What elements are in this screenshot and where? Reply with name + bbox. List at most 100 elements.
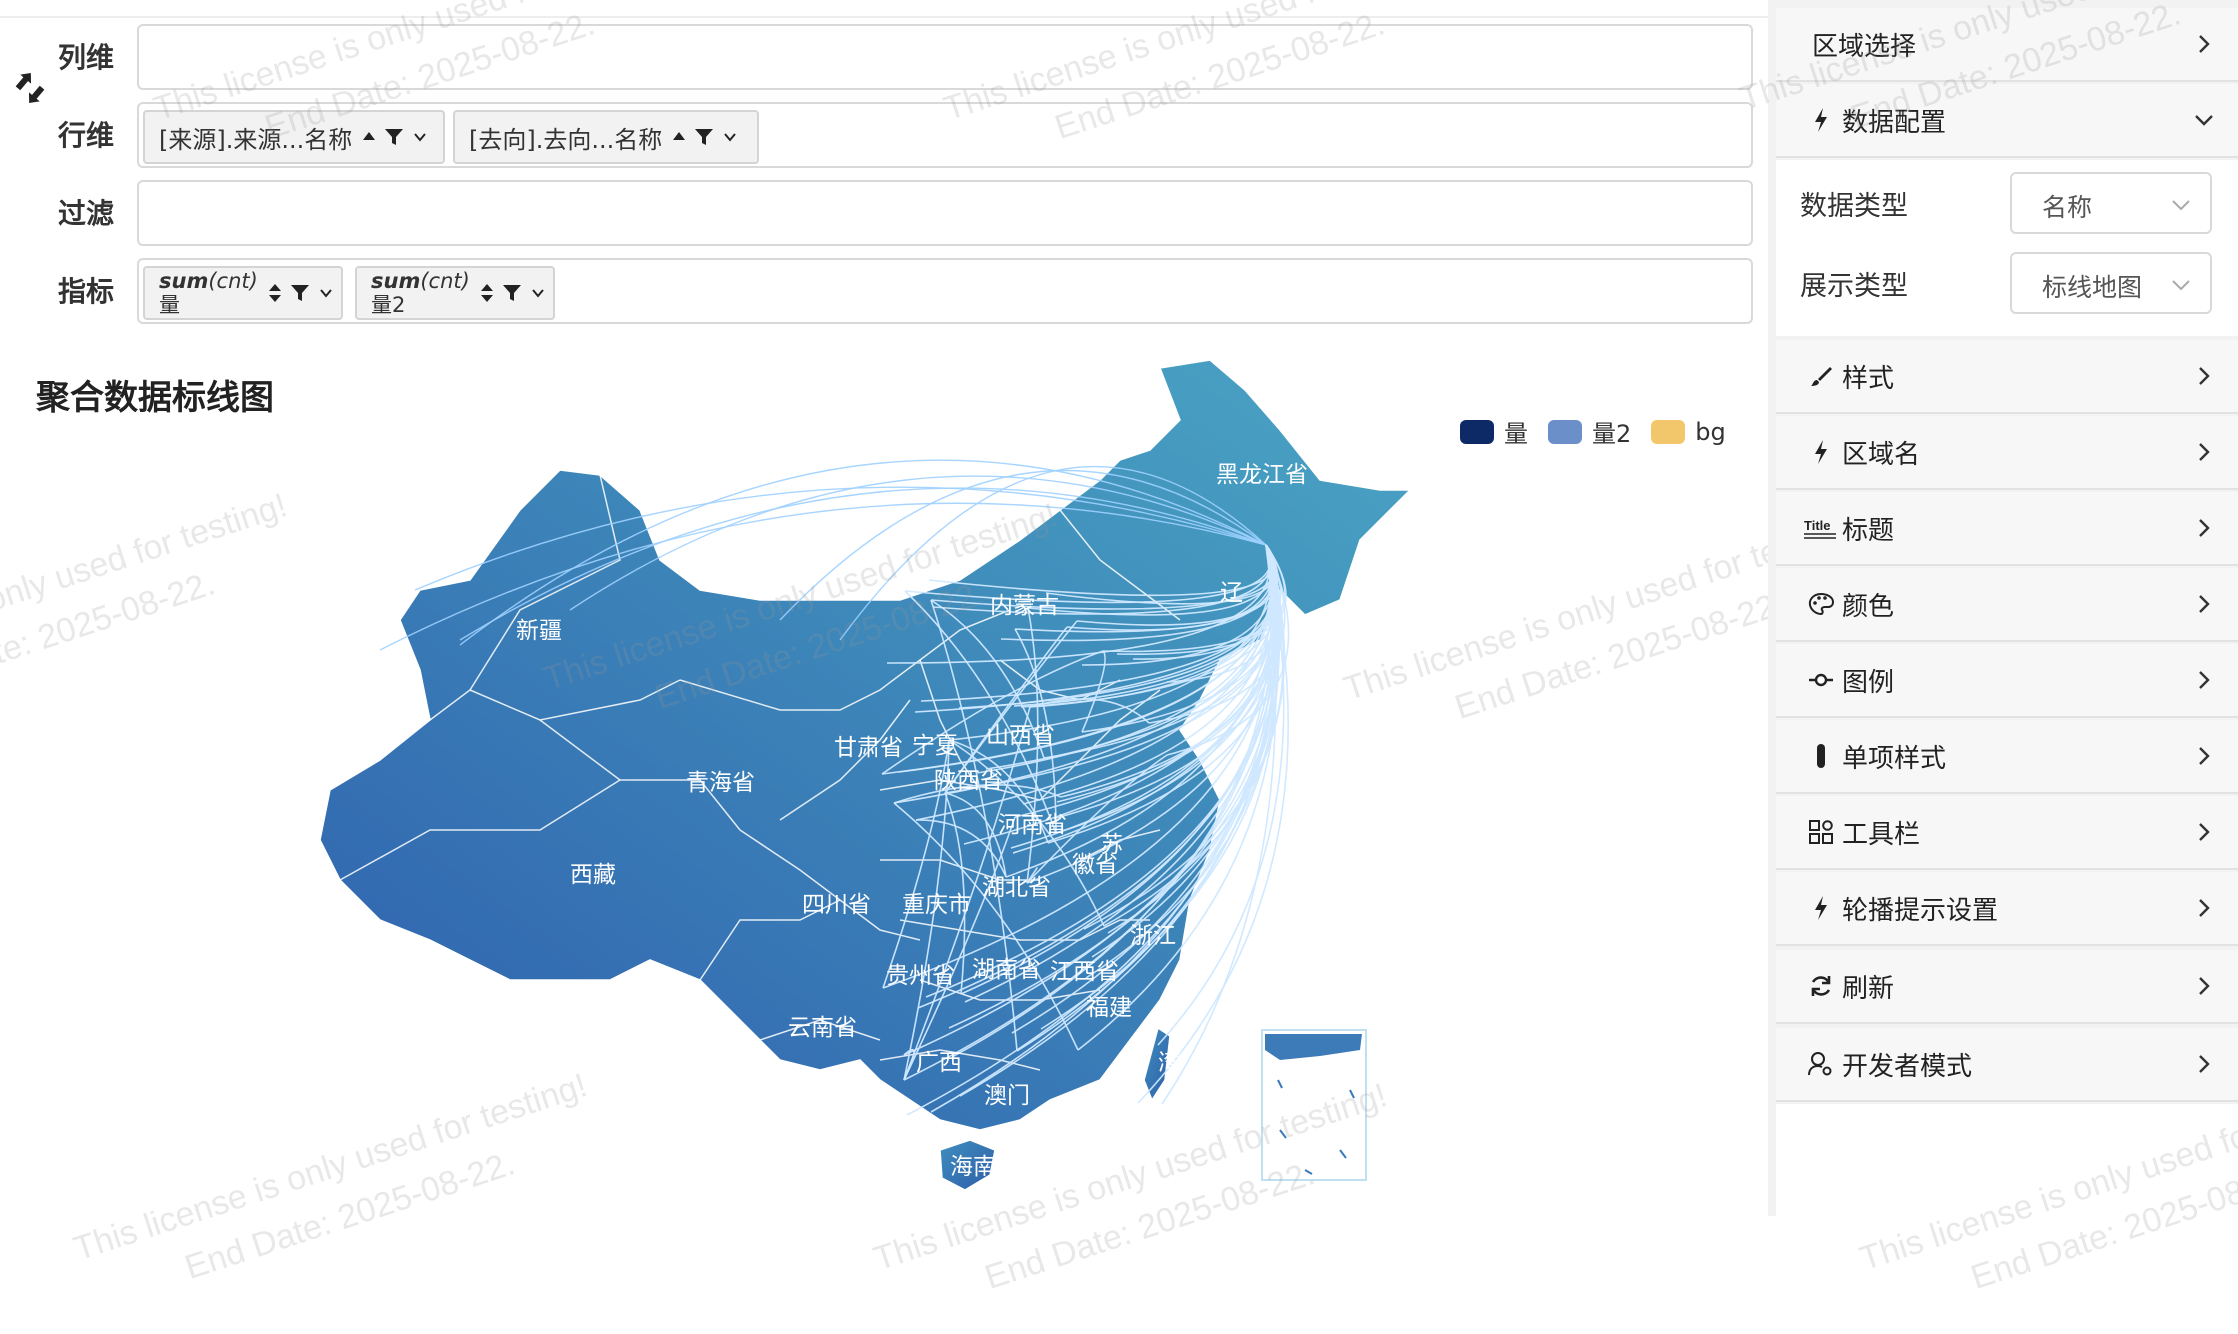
section-8[interactable]: 轮播提示设置 [1776, 872, 2238, 946]
legend-icon [1804, 670, 1838, 690]
metric-arg: (cnt) [208, 269, 258, 293]
filter-icon[interactable] [502, 283, 522, 303]
row-dimension-dropzone[interactable]: [来源].来源...名称 [去向].去向...名称 [137, 102, 1753, 168]
refresh-icon [1804, 974, 1838, 998]
label-anhui: 徽省 [1072, 851, 1118, 877]
label-shaanxi: 陕西省 [934, 767, 1003, 793]
chevron-right-icon [2199, 671, 2210, 689]
chevron-down-icon [2195, 115, 2213, 126]
section-7[interactable]: 工具栏 [1776, 796, 2238, 870]
filter-dropzone[interactable] [137, 180, 1753, 246]
section-2[interactable]: 区域名 [1776, 416, 2238, 490]
top-divider [0, 16, 1768, 18]
chevron-right-icon [2199, 1055, 2210, 1073]
chevron-down-icon[interactable] [318, 285, 334, 301]
filter-label: 过滤 [58, 197, 115, 230]
section-label: 图例 [1842, 667, 1895, 698]
china-flow-map[interactable]: 黑龙江省 内蒙古 新疆 甘肃省 宁夏 山西省 陕西省 青海省 河南省 西藏 四川… [320, 360, 1440, 1200]
chevron-down-icon[interactable] [722, 129, 738, 145]
section-4[interactable]: 颜色 [1776, 568, 2238, 642]
filter-icon[interactable] [290, 283, 310, 303]
label-guizhou: 贵州省 [886, 962, 955, 988]
row-pill-label: [去向].去向...名称 [469, 125, 663, 154]
metric-label: 指标 [58, 275, 115, 308]
chevron-down-icon[interactable] [530, 285, 546, 301]
legend-swatch [1651, 419, 1686, 444]
row-dimension-label: 行维 [58, 119, 115, 152]
svg-text:Title: Title [1804, 518, 1831, 533]
section-label: 单项样式 [1842, 743, 1947, 774]
display-type-row: 展示类型 标线地图 [1776, 244, 2238, 324]
display-type-select[interactable]: 标线地图 [2010, 252, 2212, 314]
section-label: 开发者模式 [1842, 1051, 1973, 1082]
chevron-right-icon [2199, 367, 2210, 385]
metric-pill-2[interactable]: sum(cnt) 量2 [355, 266, 555, 320]
chevron-down-icon [2172, 280, 2190, 291]
metric-name: 量2 [371, 293, 406, 317]
metric-func: sum [159, 269, 209, 293]
legend-item-bg[interactable]: bg [1651, 418, 1726, 446]
label-yunnan: 云南省 [788, 1014, 857, 1040]
bar-icon [1804, 743, 1838, 769]
metric-pill-1[interactable]: sum(cnt) 量 [143, 266, 343, 320]
sort-asc-icon[interactable] [362, 130, 376, 144]
row-pill-destination[interactable]: [去向].去向...名称 [453, 110, 759, 164]
section-data-config[interactable]: 数据配置 [1776, 84, 2238, 158]
row-pill-source[interactable]: [来源].来源...名称 [143, 110, 445, 164]
section-label: 标题 [1842, 515, 1895, 546]
label-heilongjiang: 黑龙江省 [1216, 461, 1308, 487]
label-taiwan: 湾 [1158, 1049, 1181, 1075]
title-icon: Title [1804, 516, 1838, 540]
section-9[interactable]: 刷新 [1776, 950, 2238, 1024]
section-label: 刷新 [1842, 973, 1895, 1004]
legend-label: 量 [1504, 420, 1528, 448]
filter-icon[interactable] [694, 127, 714, 147]
display-type-value: 标线地图 [2042, 273, 2143, 302]
section-6[interactable]: 单项样式 [1776, 720, 2238, 794]
label-zhejiang: 浙江 [1130, 922, 1176, 948]
metric-func: sum [371, 269, 421, 293]
section-region-select[interactable]: 区域选择 [1776, 8, 2238, 82]
widgets-icon [1804, 820, 1838, 844]
label-ningxia: 宁夏 [912, 732, 958, 758]
label-neimenggu: 内蒙古 [990, 592, 1059, 618]
section-label: 样式 [1842, 363, 1895, 394]
chart-title: 聚合数据标线图 [36, 378, 274, 418]
section-3[interactable]: Title 标题 [1776, 492, 2238, 566]
data-type-select[interactable]: 名称 [2010, 172, 2212, 234]
legend-item-liang[interactable]: 量 [1460, 414, 1528, 449]
chevron-down-icon[interactable] [412, 129, 428, 145]
data-type-label: 数据类型 [1800, 191, 1908, 222]
chart-legend: 量 量2 bg [1460, 414, 1726, 449]
metric-dropzone[interactable]: sum(cnt) 量 sum(cnt) 量2 [137, 258, 1753, 324]
filter-icon[interactable] [384, 127, 404, 147]
section-10[interactable]: 开发者模式 [1776, 1028, 2238, 1102]
config-panel: 区域选择 数据配置 数据类型 名称 展示类型 标线地图 样式 区域名 Title… [1735, 0, 2238, 1297]
section-label: 轮播提示设置 [1842, 895, 1999, 926]
column-dimension-row: 列维 [0, 24, 1768, 94]
data-type-row: 数据类型 名称 [1776, 164, 2238, 244]
label-xizang: 西藏 [570, 861, 616, 887]
sort-asc-icon[interactable] [672, 130, 686, 144]
legend-swatch [1548, 419, 1582, 444]
legend-swatch [1460, 419, 1494, 444]
sort-icon[interactable] [268, 283, 282, 303]
display-type-label: 展示类型 [1800, 271, 1908, 302]
legend-label: 量2 [1592, 420, 1632, 448]
chevron-right-icon [2199, 595, 2210, 613]
watermark: This license is only used for testing!En… [0, 486, 292, 707]
legend-item-liang2[interactable]: 量2 [1548, 414, 1631, 449]
label-hunan: 湖南省 [972, 956, 1041, 982]
chevron-down-icon [2172, 200, 2190, 211]
column-dimension-dropzone[interactable] [137, 24, 1753, 90]
inset-shape [1265, 1034, 1362, 1060]
section-1[interactable]: 样式 [1776, 340, 2238, 414]
inset-islands [1277, 1079, 1355, 1175]
main-area: 列维 行维 [来源].来源...名称 [去向].去向...名称 过滤 指标 su… [0, 0, 1861, 1297]
label-hubei: 湖北省 [982, 874, 1051, 900]
sort-icon[interactable] [480, 283, 494, 303]
label-sichuan: 四川省 [802, 891, 871, 917]
section-5[interactable]: 图例 [1776, 644, 2238, 718]
chevron-right-icon [2199, 899, 2210, 917]
chevron-right-icon [2199, 823, 2210, 841]
